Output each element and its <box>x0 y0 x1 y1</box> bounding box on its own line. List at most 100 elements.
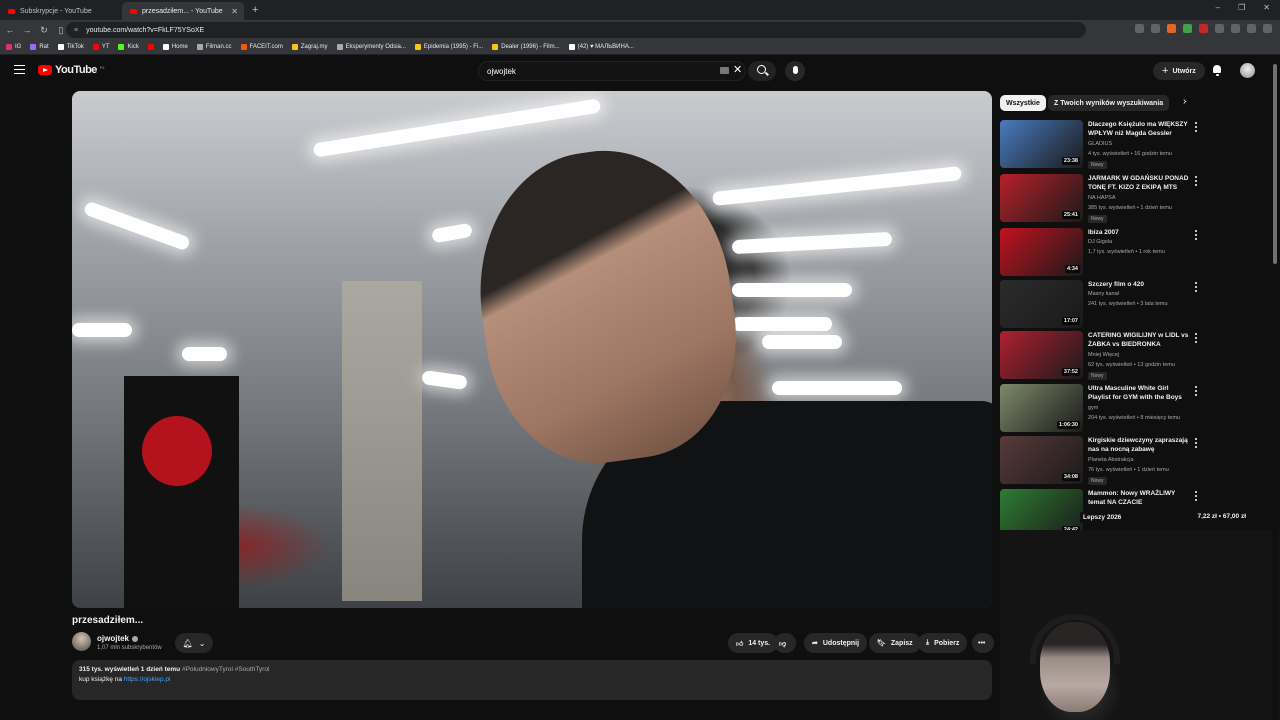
subscribed-notifications-button[interactable]: 🔔︎ ⌄ <box>175 633 213 653</box>
recommended-video[interactable]: 37:52 CATERING WIGILIJNY w LIDL vs ŻABKA … <box>1000 331 1258 381</box>
forward-icon[interactable]: → <box>20 25 34 35</box>
description-link[interactable]: https://ojsklep.pl <box>124 676 171 683</box>
recommended-video[interactable]: 4:34 Ibiza 2007 DJ Gigola 1,7 tys. wyświetl… <box>1000 228 1258 278</box>
recommended-channel[interactable]: Masny kanał <box>1088 291 1119 297</box>
brave-shield-icon[interactable] <box>1167 24 1176 33</box>
bookmark-item[interactable]: Dealer (1996) - Film... <box>492 44 560 50</box>
video-thumbnail[interactable]: 37:52 <box>1000 331 1083 379</box>
chip-all[interactable]: Wszystkie <box>1000 95 1046 111</box>
channel-name[interactable]: ojwojtek <box>97 634 139 643</box>
close-window-icon[interactable]: ✕ <box>1263 3 1270 12</box>
dislike-button[interactable]: 👎︎ <box>774 633 796 653</box>
video-player[interactable] <box>72 91 992 608</box>
bookmark-item[interactable]: Epidemia (1995) - Fi... <box>414 44 483 50</box>
more-vertical-icon[interactable] <box>1195 438 1198 448</box>
video-thumbnail[interactable]: 1:06:30 <box>1000 384 1083 432</box>
recommended-title[interactable]: Szczery film o 420 <box>1088 280 1192 289</box>
recommended-video[interactable]: 34:08 Kirgiskie dziewczyny zapraszają nas… <box>1000 436 1258 486</box>
bookmark-item[interactable]: IG <box>6 44 21 50</box>
recommended-channel[interactable]: NA HAPSA <box>1088 195 1116 201</box>
notifications-bell-icon[interactable] <box>1212 65 1222 76</box>
share-icon[interactable] <box>1151 24 1160 33</box>
menu-icon[interactable] <box>1263 24 1272 33</box>
keyboard-icon[interactable] <box>720 67 729 74</box>
more-vertical-icon[interactable] <box>1195 122 1198 132</box>
maximize-icon[interactable]: ❐ <box>1238 3 1245 12</box>
more-vertical-icon[interactable] <box>1195 491 1198 501</box>
recommended-title[interactable]: Ibiza 2007 <box>1088 228 1192 237</box>
recommended-video[interactable]: 25:41 JARMARK W GDAŃSKU PONAD TONĘ FT. KI… <box>1000 174 1258 224</box>
chevron-right-icon[interactable]: › <box>1183 96 1186 107</box>
recommended-channel[interactable]: DJ Gigola <box>1088 239 1112 245</box>
bookmark-item[interactable] <box>147 44 154 50</box>
recommended-title[interactable]: Ultra Masculine White Girl Playlist for … <box>1088 384 1192 402</box>
recommended-title[interactable]: Dlaczego Księżulo ma WIĘKSZY WPŁYW niż M… <box>1088 120 1192 138</box>
recommended-channel[interactable]: gym <box>1088 405 1098 411</box>
extensions-puzzle-icon[interactable] <box>1215 24 1224 33</box>
bookmark-item[interactable]: Rat <box>30 44 49 50</box>
account-avatar[interactable] <box>1240 63 1255 78</box>
bookmark-item[interactable]: Kick <box>118 44 139 50</box>
recommended-video[interactable]: 1:06:30 Ultra Masculine White Girl Playli… <box>1000 384 1258 434</box>
bookmark-item[interactable]: Eksperymenty Odsia... <box>336 44 406 50</box>
chip-from-search[interactable]: Z Twoich wyników wyszukiwania <box>1048 95 1170 111</box>
minimize-icon[interactable]: – <box>1216 3 1220 12</box>
recommended-title[interactable]: Kirgiskie dziewczyny zapraszają nas na n… <box>1088 436 1192 454</box>
more-vertical-icon[interactable] <box>1195 230 1198 240</box>
video-thumbnail[interactable]: 23:38 <box>1000 120 1083 168</box>
extension-green-icon[interactable] <box>1183 24 1192 33</box>
video-thumbnail[interactable]: 25:41 <box>1000 174 1083 222</box>
extension-red-icon[interactable] <box>1199 24 1208 33</box>
more-vertical-icon[interactable] <box>1195 282 1198 292</box>
bookmark-item[interactable]: Filman.cc <box>196 44 232 50</box>
bookmark-item[interactable]: Home <box>162 44 188 50</box>
like-button[interactable]: 👍︎ 14 tys. <box>728 633 779 653</box>
search-input[interactable]: ojwojtek <box>478 61 746 81</box>
hashtags[interactable]: #PołudniowyTyrol #SouthTyrol <box>182 666 269 673</box>
bookmark-item[interactable]: TikTok <box>57 44 84 50</box>
profile-icon[interactable] <box>1247 24 1256 33</box>
download-icon[interactable] <box>1231 24 1240 33</box>
channel-avatar[interactable] <box>72 632 91 651</box>
bookmark-item[interactable]: Zagraj.my <box>291 44 328 50</box>
recommended-title[interactable]: CATERING WIGILIJNY w LIDL vs ŻABKA vs BI… <box>1088 331 1192 349</box>
recommended-video[interactable]: 17:07 Szczery film o 420 Masny kanał 241 ty… <box>1000 280 1258 330</box>
download-button[interactable]: ⤓ Pobierz <box>918 633 968 653</box>
address-bar[interactable]: ≡ youtube.com/watch?v=FkLF75YSoXE <box>66 22 1086 38</box>
new-tab-button[interactable]: + <box>252 4 258 16</box>
create-button[interactable]: + Utwórz <box>1153 62 1205 80</box>
search-button[interactable] <box>748 61 776 81</box>
reload-icon[interactable]: ↻ <box>37 25 51 36</box>
video-thumbnail[interactable]: 17:07 <box>1000 280 1083 328</box>
bookmark-item[interactable]: (42) ♥ МАЛЬВИНА... <box>568 44 634 50</box>
recommended-video[interactable]: 23:38 Dlaczego Księżulo ma WIĘKSZY WPŁYW … <box>1000 120 1258 170</box>
close-tab-icon[interactable]: ✕ <box>231 7 238 16</box>
video-description[interactable]: 315 tys. wyświetleń 1 dzień temu #Połudn… <box>72 660 992 700</box>
recommended-title[interactable]: JARMARK W GDAŃSKU PONAD TONĘ FT. KIZO Z … <box>1088 174 1192 192</box>
bookmark-item[interactable]: YT <box>92 44 109 50</box>
video-thumbnail[interactable]: 4:34 <box>1000 228 1083 276</box>
recommended-channel[interactable]: Planeta Abstrakcja <box>1088 457 1134 463</box>
voice-search-microphone-icon[interactable] <box>785 61 805 81</box>
cast-icon[interactable] <box>1135 24 1144 33</box>
more-vertical-icon[interactable] <box>1195 386 1198 396</box>
recommended-channel[interactable]: GLADIUS <box>1088 141 1112 147</box>
share-button[interactable]: ➦ Udostępnij <box>804 633 868 653</box>
recommended-title[interactable]: Mammon: Nowy WRAŻLIWY temat NA CZACIE <box>1088 489 1192 507</box>
page-scrollbar[interactable] <box>1272 56 1278 720</box>
recommended-channel[interactable]: Mniej Więcej <box>1088 352 1119 358</box>
back-icon[interactable]: ← <box>3 25 17 35</box>
site-info-icon[interactable]: ≡ <box>74 27 78 34</box>
more-vertical-icon[interactable] <box>1195 176 1198 186</box>
video-thumbnail[interactable]: 34:08 <box>1000 436 1083 484</box>
more-vertical-icon[interactable] <box>1195 333 1198 343</box>
save-button[interactable]: 🔖︎ Zapisz <box>869 633 921 653</box>
bookmark-item[interactable]: FACEIT.com <box>240 44 283 50</box>
youtube-logo[interactable]: YouTube PL <box>38 64 105 76</box>
more-actions-button[interactable]: ••• <box>972 633 994 653</box>
clear-search-icon[interactable]: ✕ <box>733 63 742 76</box>
tab-subscriptions[interactable]: Subskrypcje - YouTube <box>0 2 122 20</box>
hamburger-menu-icon[interactable] <box>14 65 25 74</box>
tab-current-video[interactable]: przesadziłem... - YouTube ✕ <box>122 2 244 20</box>
scrollbar-thumb[interactable] <box>1273 64 1277 264</box>
